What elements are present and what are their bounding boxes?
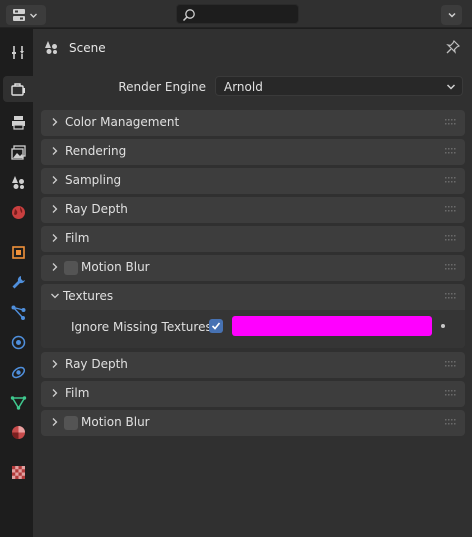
chevron-right-icon <box>52 118 58 126</box>
texture-tab[interactable] <box>5 459 31 485</box>
mesh-data-icon <box>10 395 26 410</box>
panel-title: Film <box>65 231 90 245</box>
material-tab[interactable] <box>5 419 31 445</box>
chevron-right-icon <box>52 176 58 184</box>
physics-tab[interactable] <box>5 329 31 355</box>
checkmark-icon <box>211 322 221 330</box>
chevron-right-icon <box>52 418 58 426</box>
panel-textures: Textures Ignore Missing Textures <box>41 284 465 348</box>
checker-texture-icon <box>11 465 25 479</box>
physics-icon <box>11 335 25 349</box>
context-breadcrumb: Scene <box>33 29 472 67</box>
keyframe-dot-icon[interactable] <box>441 324 445 328</box>
world-tab[interactable] <box>5 199 31 225</box>
search-input[interactable] <box>176 4 299 24</box>
world-icon <box>11 205 25 219</box>
panel-color-management[interactable]: Color Management <box>41 110 465 136</box>
panel-title: Ray Depth <box>65 357 128 371</box>
properties-header <box>0 0 472 28</box>
chevron-right-icon <box>52 360 58 368</box>
editor-type-button[interactable] <box>6 5 46 25</box>
modifier-tab[interactable] <box>5 269 31 295</box>
chevron-right-icon <box>52 263 58 271</box>
tool-tab[interactable] <box>5 39 31 65</box>
drag-handle-icon[interactable] <box>445 235 457 242</box>
panel-film[interactable]: Film <box>41 226 465 252</box>
constraints-icon <box>11 366 25 378</box>
image-stack-icon <box>10 144 26 160</box>
panel-motion-blur-2[interactable]: Motion Blur <box>41 410 465 436</box>
panel-ray-depth[interactable]: Ray Depth <box>41 197 465 223</box>
render-engine-value: Arnold <box>224 80 263 94</box>
output-tab[interactable] <box>5 109 31 135</box>
drag-handle-icon[interactable] <box>445 148 457 155</box>
chevron-down-icon[interactable] <box>50 291 60 301</box>
chevron-right-icon <box>52 147 58 155</box>
render-engine-select[interactable]: Arnold <box>215 76 463 96</box>
context-label: Scene <box>69 41 106 55</box>
material-sphere-icon <box>11 425 25 439</box>
drag-handle-icon[interactable] <box>445 264 457 271</box>
printer-icon <box>11 115 25 130</box>
drag-handle-icon[interactable] <box>445 390 457 397</box>
textures-panel-body: Ignore Missing Textures <box>41 310 465 348</box>
pin-icon[interactable] <box>445 39 461 55</box>
panel-film-2[interactable]: Film <box>41 381 465 407</box>
panel-title: Motion Blur <box>81 260 150 274</box>
panel-sampling[interactable]: Sampling <box>41 168 465 194</box>
render-engine-row: Render Engine Arnold <box>33 76 472 98</box>
object-square-icon <box>11 245 25 259</box>
properties-editor-icon <box>13 9 25 21</box>
panel-title: Rendering <box>65 144 127 158</box>
particles-tab[interactable] <box>5 299 31 325</box>
render-engine-label: Render Engine <box>118 80 206 94</box>
properties-main: Scene Render Engine Arnold Color Managem… <box>33 29 472 537</box>
search-icon <box>182 9 195 22</box>
ignore-missing-textures-label: Ignore Missing Textures <box>71 320 212 334</box>
ignore-missing-textures-checkbox[interactable] <box>209 319 223 333</box>
panel-title: Film <box>65 386 90 400</box>
scene-tab[interactable] <box>5 169 31 195</box>
drag-handle-icon[interactable] <box>445 177 457 184</box>
render-camera-icon <box>10 82 25 96</box>
drag-handle-icon[interactable] <box>445 293 457 300</box>
drag-handle-icon[interactable] <box>445 119 457 126</box>
view-layer-tab[interactable] <box>5 139 31 165</box>
motion-blur-checkbox[interactable] <box>64 261 78 275</box>
chevron-right-icon <box>52 234 58 242</box>
particles-icon <box>11 305 25 320</box>
drag-handle-icon[interactable] <box>445 206 457 213</box>
options-dropdown-button[interactable] <box>441 5 462 25</box>
panel-motion-blur[interactable]: Motion Blur <box>41 255 465 281</box>
tool-settings-icon <box>11 45 24 59</box>
chevron-down-icon <box>30 13 37 18</box>
panel-title[interactable]: Textures <box>63 289 113 303</box>
panel-title: Sampling <box>65 173 122 187</box>
motion-blur-checkbox[interactable] <box>64 416 78 430</box>
chevron-right-icon <box>52 205 58 213</box>
panel-title: Ray Depth <box>65 202 128 216</box>
wrench-icon <box>12 275 25 288</box>
drag-handle-icon[interactable] <box>445 419 457 426</box>
chevron-right-icon <box>52 389 58 397</box>
data-tab[interactable] <box>5 389 31 415</box>
chevron-down-icon <box>446 84 456 90</box>
panel-rendering[interactable]: Rendering <box>41 139 465 165</box>
missing-texture-color-swatch[interactable] <box>232 316 432 336</box>
panel-title: Motion Blur <box>81 415 150 429</box>
property-tabs <box>0 29 33 537</box>
constraints-tab[interactable] <box>5 359 31 385</box>
chevron-down-icon <box>447 12 456 18</box>
panel-ray-depth-2[interactable]: Ray Depth <box>41 352 465 378</box>
drag-handle-icon[interactable] <box>445 361 457 368</box>
render-tab[interactable] <box>3 76 33 102</box>
object-tab[interactable] <box>5 239 31 265</box>
panel-title: Color Management <box>65 115 180 129</box>
scene-icon <box>45 41 57 54</box>
scene-icon <box>11 175 24 189</box>
